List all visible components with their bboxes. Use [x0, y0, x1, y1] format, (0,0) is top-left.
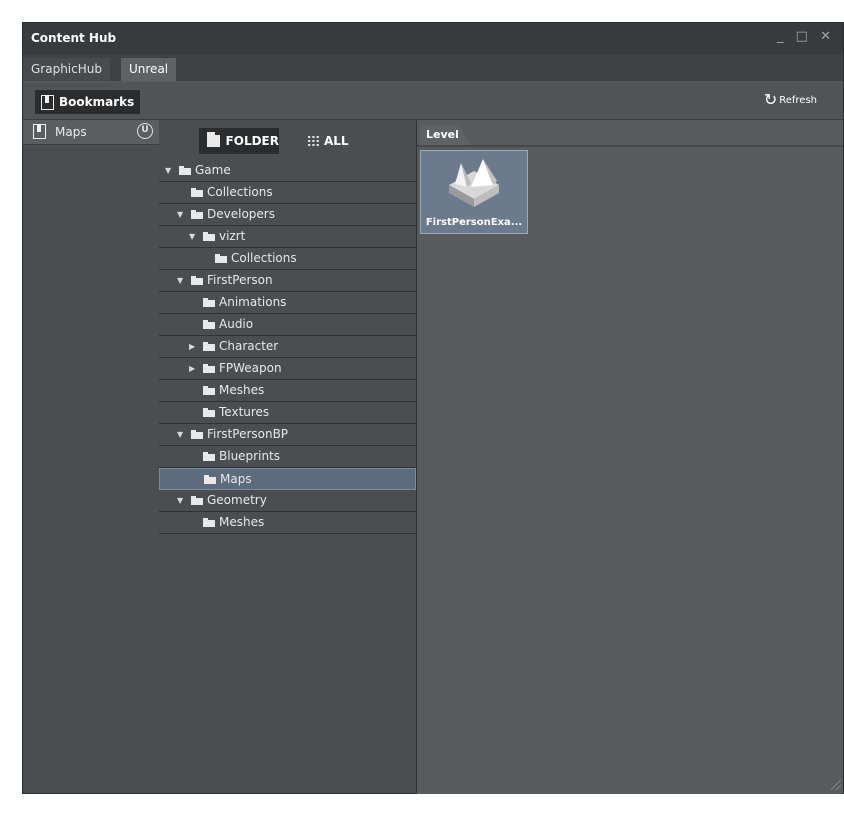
expand-down-icon[interactable]: ▼ [165, 160, 171, 181]
bookmark-icon [33, 124, 46, 139]
all-view-label: ALL [324, 134, 349, 148]
tree-item-label: Collections [207, 185, 273, 199]
expand-down-icon[interactable]: ▼ [177, 270, 183, 291]
tree-item[interactable]: Collections [159, 182, 416, 204]
refresh-icon: ↻ [763, 90, 778, 109]
tree-item-label: Maps [220, 472, 252, 486]
tree-item-label: Character [219, 339, 279, 353]
tree-item-label: Audio [219, 317, 254, 331]
folder-icon [203, 364, 215, 373]
tree-item[interactable]: Animations [159, 292, 416, 314]
folder-tree: ▼ Game Collections ▼ Developers ▼ vizrt Collect… [159, 160, 416, 534]
expand-down-icon[interactable]: ▼ [177, 424, 183, 445]
folder-view-button[interactable]: FOLDER [199, 128, 279, 154]
tree-item[interactable]: ▼ Game [159, 160, 416, 182]
folder-icon [203, 320, 215, 329]
unreal-logo-icon: U [137, 123, 153, 139]
tree-item[interactable]: Audio [159, 314, 416, 336]
minimize-icon[interactable]: _ [777, 29, 786, 44]
folder-icon [191, 496, 203, 505]
content-panel: Level FirstPersonExa... [417, 120, 843, 794]
bookmark-icon [41, 94, 54, 110]
folder-icon [215, 254, 227, 263]
tree-item[interactable]: ▼ FirstPersonBP [159, 424, 416, 446]
expand-right-icon[interactable]: ▶ [189, 358, 195, 379]
tree-item-label: Geometry [207, 493, 267, 507]
tree-item[interactable]: Meshes [159, 380, 416, 402]
refresh-label: Refresh [779, 94, 817, 106]
tree-item-label: Blueprints [219, 449, 281, 463]
tree-item[interactable]: ▶ Character [159, 336, 416, 358]
folder-icon [203, 408, 215, 417]
tree-item[interactable]: ▼ Developers [159, 204, 416, 226]
folder-icon [203, 298, 215, 307]
bookmarks-button[interactable]: Bookmarks [35, 90, 141, 114]
window-controls: _ □ ✕ [773, 29, 833, 44]
folder-icon [203, 232, 215, 241]
tree-item-label: vizrt [219, 229, 246, 243]
bookmark-item-maps[interactable]: Maps U [23, 120, 159, 145]
tree-item-label: FirstPersonBP [207, 427, 289, 441]
tree-item-label: Textures [219, 405, 270, 419]
tree-item[interactable]: Textures [159, 402, 416, 424]
folder-icon [203, 518, 215, 527]
expand-down-icon[interactable]: ▼ [177, 204, 183, 225]
folder-icon [203, 386, 215, 395]
folder-icon [203, 342, 215, 351]
asset-grid: FirstPersonExa... [417, 145, 843, 794]
folder-icon [191, 430, 203, 439]
source-tabs: GraphicHub Unreal [23, 54, 843, 84]
resize-grip-icon[interactable] [831, 780, 841, 790]
folder-icon [207, 132, 220, 147]
expand-down-icon[interactable]: ▼ [189, 226, 195, 247]
bookmark-label: Maps [55, 125, 87, 139]
tree-item[interactable]: Blueprints [159, 446, 416, 468]
tree-item-label: Game [195, 163, 231, 177]
level-map-icon [449, 159, 499, 207]
tree-item-label: Collections [231, 251, 297, 265]
tab-level[interactable]: Level [420, 125, 470, 145]
bookmarks-label: Bookmarks [59, 95, 135, 109]
tree-item-label: Developers [207, 207, 275, 221]
window-title: Content Hub [31, 31, 117, 45]
folder-icon [191, 210, 203, 219]
bookmarks-panel: Maps U [23, 120, 160, 792]
folder-icon [204, 475, 216, 484]
folder-icon [191, 188, 203, 197]
tree-item[interactable]: ▼ FirstPerson [159, 270, 416, 292]
folder-icon [179, 166, 191, 175]
title-bar: Content Hub _ □ ✕ [23, 23, 843, 54]
tree-item[interactable]: ▶ FPWeapon [159, 358, 416, 380]
tree-item-label: Meshes [219, 515, 265, 529]
tree-item[interactable]: ▼ Geometry [159, 490, 416, 512]
folder-icon [191, 276, 203, 285]
expand-down-icon[interactable]: ▼ [177, 490, 183, 511]
refresh-button[interactable]: ↻ Refresh [763, 90, 817, 109]
tree-item[interactable]: Collections [159, 248, 416, 270]
tab-unreal[interactable]: Unreal [121, 58, 177, 81]
grid-icon [307, 135, 320, 147]
folder-view-label: FOLDER [225, 134, 279, 148]
folder-tree-panel: FOLDER ALL ▼ Game Collections ▼ Developers ▼ v… [159, 120, 417, 792]
folder-icon [203, 452, 215, 461]
toolbar: Bookmarks ↻ Refresh [23, 83, 843, 120]
expand-right-icon[interactable]: ▶ [189, 336, 195, 357]
asset-tile[interactable]: FirstPersonExa... [420, 150, 528, 234]
maximize-icon[interactable]: □ [796, 29, 810, 44]
content-hub-window: Content Hub _ □ ✕ GraphicHub Unreal Book… [22, 22, 844, 794]
tree-item-label: FPWeapon [219, 361, 282, 375]
tree-item[interactable]: Meshes [159, 512, 416, 534]
tab-graphichub[interactable]: GraphicHub [23, 58, 110, 81]
close-icon[interactable]: ✕ [820, 29, 833, 44]
asset-name: FirstPersonExa... [425, 217, 523, 228]
tree-item[interactable]: Maps [159, 468, 416, 490]
view-mode-tabs: FOLDER ALL [159, 120, 416, 158]
tree-item-label: FirstPerson [207, 273, 273, 287]
all-view-button[interactable]: ALL [307, 128, 349, 154]
tree-item-label: Meshes [219, 383, 265, 397]
tree-item[interactable]: ▼ vizrt [159, 226, 416, 248]
tree-item-label: Animations [219, 295, 287, 309]
